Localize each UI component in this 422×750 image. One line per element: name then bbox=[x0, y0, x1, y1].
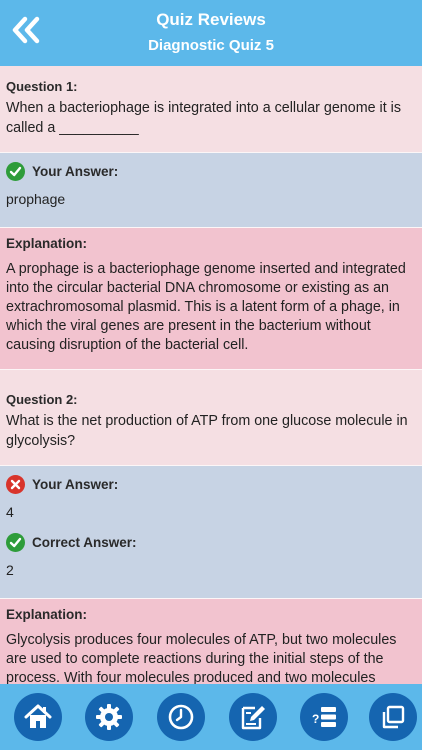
quiz-list-icon: ? bbox=[312, 707, 336, 727]
history-button[interactable] bbox=[157, 693, 205, 741]
question-block: Question 1: When a bacteriophage is inte… bbox=[0, 66, 422, 152]
question-text: When a bacteriophage is integrated into … bbox=[6, 100, 401, 136]
divider bbox=[0, 465, 422, 466]
question-text: What is the net production of ATP from o… bbox=[6, 413, 408, 449]
notes-button[interactable] bbox=[229, 693, 277, 741]
your-answer-label: Your Answer: bbox=[32, 163, 119, 179]
home-icon bbox=[24, 704, 52, 728]
your-answer-row: Your Answer: bbox=[6, 159, 414, 183]
correct-answer-value: 2 bbox=[6, 562, 14, 578]
explanation-label: Explanation: bbox=[6, 236, 88, 251]
explanation-text: Glycolysis produces four molecules of AT… bbox=[6, 632, 397, 684]
explanation-text: A prophage is a bacteriophage genome ins… bbox=[6, 261, 406, 353]
correct-answer-label: Correct Answer: bbox=[32, 534, 137, 550]
question-label: Question 1: bbox=[6, 79, 78, 94]
copy-icon bbox=[382, 705, 405, 729]
gear-icon bbox=[96, 704, 122, 730]
divider bbox=[0, 227, 422, 228]
your-answer-value: 4 bbox=[6, 504, 14, 520]
question-block: Question 2: What is the net production o… bbox=[0, 370, 422, 465]
divider bbox=[0, 152, 422, 153]
cross-icon bbox=[6, 474, 25, 494]
more-apps-button[interactable] bbox=[369, 693, 417, 741]
quiz-list-button[interactable]: ? bbox=[300, 693, 348, 741]
question-label: Question 2: bbox=[6, 392, 78, 407]
header-bar: Quiz Reviews Diagnostic Quiz 5 bbox=[0, 0, 422, 66]
explanation-block: Explanation: A prophage is a bacteriopha… bbox=[0, 228, 422, 369]
checkmark-icon bbox=[6, 532, 25, 552]
home-button[interactable] bbox=[14, 693, 62, 741]
answer-block: Your Answer: prophage bbox=[0, 153, 422, 227]
your-answer-value: prophage bbox=[6, 191, 66, 207]
divider bbox=[0, 598, 422, 599]
answer-block: Your Answer: 4 Correct Answer: 2 bbox=[0, 466, 422, 598]
divider bbox=[0, 369, 422, 370]
explanation-block: Explanation: Glycolysis produces four mo… bbox=[0, 599, 422, 684]
explanation-label: Explanation: bbox=[6, 607, 88, 622]
correct-answer-row: Correct Answer: bbox=[6, 530, 414, 554]
bottom-toolbar: ? bbox=[0, 684, 422, 750]
quiz-subtitle: Diagnostic Quiz 5 bbox=[148, 37, 274, 54]
review-scroll-area[interactable]: Question 1: When a bacteriophage is inte… bbox=[0, 66, 422, 684]
your-answer-row: Your Answer: bbox=[6, 472, 414, 496]
page-title: Quiz Reviews bbox=[156, 10, 266, 29]
edit-icon bbox=[241, 706, 265, 730]
settings-button[interactable] bbox=[85, 693, 133, 741]
your-answer-label: Your Answer: bbox=[32, 476, 119, 492]
clock-icon bbox=[168, 704, 194, 730]
checkmark-icon bbox=[6, 161, 25, 181]
svg-text:?: ? bbox=[312, 712, 319, 726]
